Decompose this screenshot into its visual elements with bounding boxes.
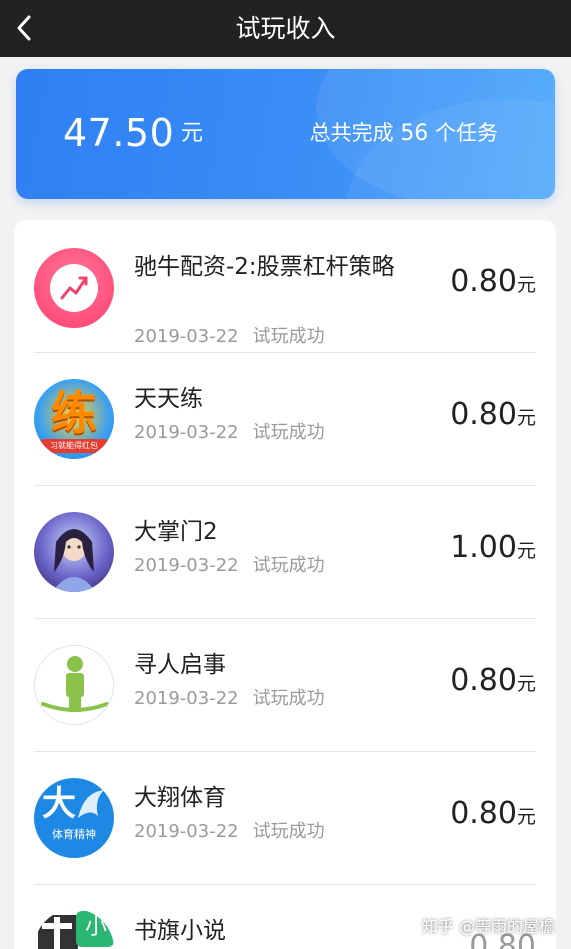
top-navigation-bar: 试玩收入 <box>0 0 571 57</box>
item-amount: 0.80元 <box>450 794 536 837</box>
item-amount-value: 0.80 <box>450 663 517 698</box>
app-name: 驰牛配资-2:股票杠杆策略 <box>134 254 395 280</box>
list-item[interactable]: 寻人启事 2019-03-22 试玩成功 0.80元 <box>14 619 556 751</box>
list-item[interactable]: 大掌门2 2019-03-22 试玩成功 1.00元 <box>14 486 556 618</box>
item-amount: 1.00元 <box>450 528 536 571</box>
item-amount-unit: 元 <box>516 806 536 828</box>
item-meta: 2019-03-22 试玩成功 <box>134 325 325 349</box>
app-name: 寻人启事 <box>134 652 226 678</box>
item-amount-value: 0.80 <box>450 397 517 432</box>
person-search-app-icon <box>34 645 114 725</box>
item-status: 试玩成功 <box>252 688 325 709</box>
app-name: 大掌门2 <box>134 519 218 545</box>
item-meta: 2019-03-22 试玩成功 <box>134 554 325 578</box>
item-amount-value: 0.80 <box>450 264 517 299</box>
earnings-summary-card: 47.50 元 总共完成 56 个任务 <box>16 69 555 199</box>
tiantianlian-app-icon: 练 习就能得红包 <box>34 379 114 459</box>
item-amount-value: 1.00 <box>450 530 517 565</box>
item-amount-unit: 元 <box>516 407 536 429</box>
item-amount-unit: 元 <box>516 540 536 562</box>
item-amount-unit: 元 <box>516 673 536 695</box>
app-name: 大翔体育 <box>134 785 226 811</box>
item-status: 试玩成功 <box>252 326 325 347</box>
tasks-prefix: 总共完成 <box>309 121 394 145</box>
item-status: 试玩成功 <box>252 555 325 576</box>
total-amount-unit: 元 <box>181 121 204 146</box>
shuqi-app-icon: 小 <box>34 909 114 949</box>
app-name: 书旗小说 <box>134 918 226 944</box>
total-amount: 47.50 <box>63 111 175 155</box>
item-amount-unit: 元 <box>516 274 536 296</box>
app-name: 天天练 <box>134 386 203 412</box>
dazhangmen-app-icon <box>34 512 114 592</box>
income-list: 驰牛配资-2:股票杠杆策略 2019-03-22 试玩成功 0.80元 练 习就能… <box>14 220 556 949</box>
list-item[interactable]: 大 体育精神 大翔体育 2019-03-22 试玩成功 0.80元 <box>14 752 556 884</box>
list-item[interactable]: 练 习就能得红包 天天练 2019-03-22 试玩成功 0.80元 <box>14 353 556 485</box>
item-date: 2019-03-22 <box>134 688 239 709</box>
page-title: 试玩收入 <box>235 14 336 43</box>
item-meta: 2019-03-22 试玩成功 <box>134 687 325 711</box>
item-date: 2019-03-22 <box>134 555 239 576</box>
tasks-suffix: 个任务 <box>435 121 498 145</box>
item-status: 试玩成功 <box>252 821 325 842</box>
item-date: 2019-03-22 <box>134 821 239 842</box>
stock-chart-app-icon <box>34 248 114 328</box>
item-date: 2019-03-22 <box>134 422 239 443</box>
item-date: 2019-03-22 <box>134 326 239 347</box>
item-amount: 0.80元 <box>450 262 536 305</box>
tasks-count: 56 <box>400 121 429 146</box>
item-meta: 2019-03-22 试玩成功 <box>134 421 325 445</box>
item-amount: 0.80元 <box>450 661 536 704</box>
tasks-completed-summary: 总共完成 56 个任务 <box>310 117 498 150</box>
item-meta: 2019-03-22 试玩成功 <box>134 820 325 844</box>
list-item[interactable]: 驰牛配资-2:股票杠杆策略 2019-03-22 试玩成功 0.80元 <box>14 220 556 352</box>
item-amount: 0.80元 <box>450 395 536 438</box>
item-status: 试玩成功 <box>252 422 325 443</box>
watermark: 知乎 @等雨的屋檐 <box>421 917 555 936</box>
item-amount-value: 0.80 <box>450 796 517 831</box>
daxiang-sports-app-icon: 大 体育精神 <box>34 778 114 858</box>
